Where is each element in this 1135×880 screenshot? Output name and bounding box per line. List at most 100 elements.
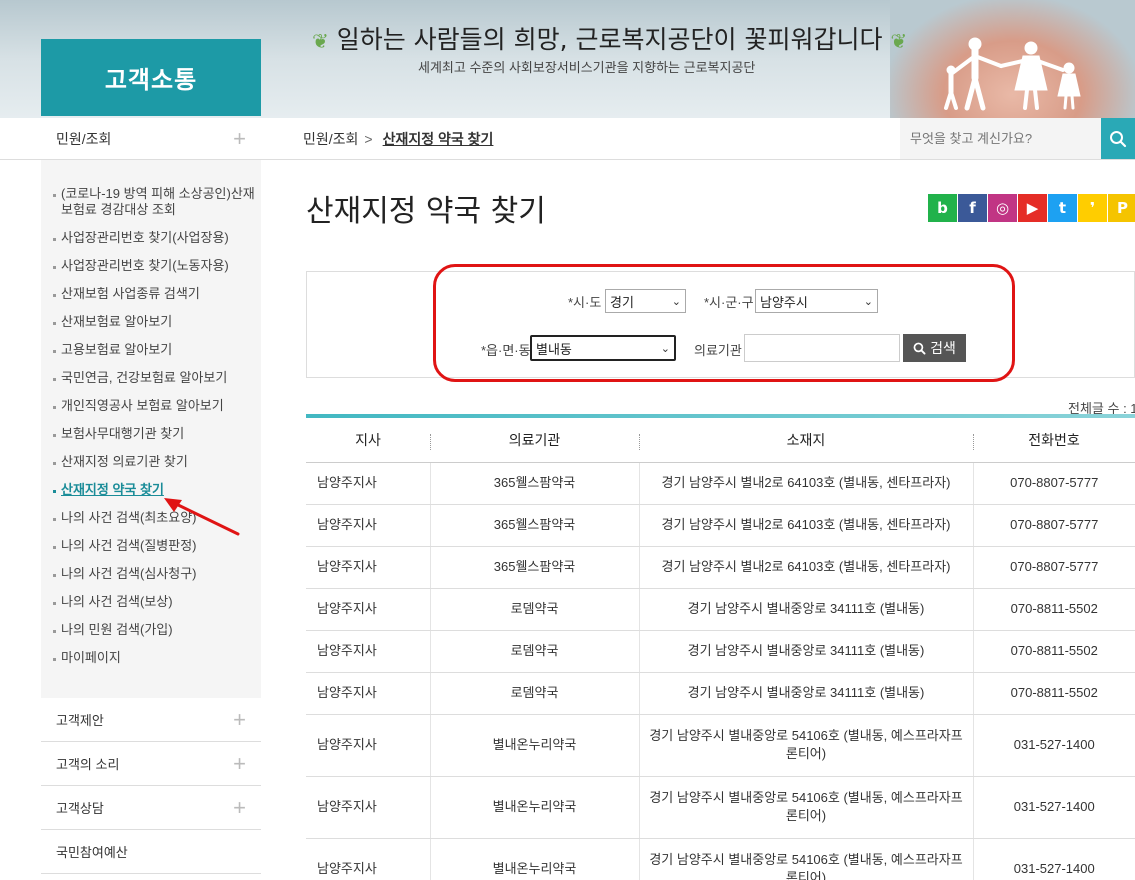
- cell-institution: 별내온누리약국: [430, 838, 640, 880]
- breadcrumb-parent[interactable]: 민원/조회: [303, 131, 358, 147]
- cell-phone: 031-527-1400: [973, 776, 1135, 839]
- cell-branch: 남양주지사: [306, 630, 431, 673]
- sidebar-submenu: (코로나-19 방역 피해 소상공인)산재보험료 경감대상 조회사업장관리번호 …: [41, 160, 261, 698]
- sidebar-item[interactable]: 나의 민원 검색(가입): [53, 622, 261, 638]
- sidebar-item[interactable]: 개인직영공사 보험료 알아보기: [53, 398, 261, 414]
- cell-phone: 070-8807-5777: [973, 462, 1135, 505]
- sidebar-section[interactable]: 고객제안 +: [41, 698, 261, 742]
- table-row[interactable]: 남양주지사 365웰스팜약국 경기 남양주시 별내2로 64103호 (별내동, 센…: [306, 462, 1135, 505]
- sidebar-item[interactable]: (코로나-19 방역 피해 소상공인)산재보험료 경감대상 조회: [53, 186, 261, 218]
- cell-address: 경기 남양주시 별내중앙로 34111호 (별내동): [639, 630, 974, 673]
- cell-branch: 남양주지사: [306, 504, 431, 547]
- sidebar-item[interactable]: 보험사무대행기관 찾기: [53, 426, 261, 442]
- table-row[interactable]: 남양주지사 365웰스팜약국 경기 남양주시 별내2로 64103호 (별내동, 센…: [306, 504, 1135, 547]
- sidebar-item[interactable]: 산재보험 사업종류 검색기: [53, 286, 261, 302]
- cell-branch: 남양주지사: [306, 838, 431, 880]
- table-row[interactable]: 남양주지사 로뎀약국 경기 남양주시 별내중앙로 34111호 (별내동) 070-8…: [306, 630, 1135, 673]
- sido-select[interactable]: 경기 ⌄: [605, 289, 686, 313]
- eup-label: *읍·면·동: [481, 343, 531, 358]
- column-header-institution: 의료기관: [430, 418, 639, 463]
- breadcrumb: 민원/조회 > 산재지정 약국 찾기: [303, 129, 493, 149]
- sigungu-select-value: 남양주시: [760, 294, 808, 310]
- sidebar-item[interactable]: 마이페이지: [53, 650, 261, 666]
- banner-headline: ❦ 일하는 사람들의 희망, 근로복지공단이 꽃피워갑니다 ❦: [312, 20, 907, 56]
- cell-address: 경기 남양주시 별내중앙로 34111호 (별내동): [639, 672, 974, 715]
- column-header-address: 소재지: [639, 418, 973, 463]
- sidebar-item[interactable]: 산재보험료 알아보기: [53, 314, 261, 330]
- facebook-icon[interactable]: f: [958, 194, 987, 222]
- column-header-branch: 지사: [306, 418, 430, 463]
- cell-branch: 남양주지사: [306, 588, 431, 631]
- sidebar-section-label: 고객의 소리: [56, 757, 120, 772]
- table-row[interactable]: 남양주지사 로뎀약국 경기 남양주시 별내중앙로 34111호 (별내동) 070-8…: [306, 588, 1135, 631]
- results-table: 지사 의료기관 소재지 전화번호 남양주지사 365웰스팜약국 경기 남양주시 별내…: [306, 418, 1135, 880]
- sidebar-item[interactable]: 나의 사건 검색(보상): [53, 594, 261, 610]
- cell-phone: 070-8811-5502: [973, 672, 1135, 715]
- sigungu-select[interactable]: 남양주시 ⌄: [755, 289, 878, 313]
- sido-label: *시·도: [568, 295, 602, 310]
- table-row[interactable]: 남양주지사 별내온누리약국 경기 남양주시 별내중앙로 54106호 (별내동, 예…: [306, 714, 1135, 777]
- cell-address: 경기 남양주시 별내중앙로 54106호 (별내동, 예스프라자프론티어): [639, 776, 974, 839]
- instagram-icon[interactable]: ◎: [988, 194, 1017, 222]
- sidebar-section[interactable]: 고객의 소리 +: [41, 742, 261, 786]
- sido-select-value: 경기: [610, 294, 634, 310]
- cell-phone: 070-8807-5777: [973, 546, 1135, 589]
- search-icon: [1110, 130, 1127, 147]
- sidebar-section[interactable]: 국민참여예산: [41, 830, 261, 874]
- sidebar-item[interactable]: 나의 사건 검색(질병판정): [53, 538, 261, 554]
- table-row[interactable]: 남양주지사 365웰스팜약국 경기 남양주시 별내2로 64103호 (별내동, 센…: [306, 546, 1135, 589]
- kakaopay-icon[interactable]: P: [1108, 194, 1135, 222]
- search-button[interactable]: 검색: [903, 334, 966, 362]
- sidebar-item[interactable]: 고용보험료 알아보기: [53, 342, 261, 358]
- breadcrumb-separator: >: [364, 131, 373, 147]
- cell-address: 경기 남양주시 별내중앙로 54106호 (별내동, 예스프라자프론티어): [639, 714, 974, 777]
- search-button-label: 검색: [930, 340, 956, 356]
- cell-phone: 070-8807-5777: [973, 504, 1135, 547]
- cell-institution: 별내온누리약국: [430, 714, 640, 777]
- youtube-icon[interactable]: ▶: [1018, 194, 1047, 222]
- breadcrumb-current[interactable]: 산재지정 약국 찾기: [383, 131, 494, 147]
- cell-institution: 별내온누리약국: [430, 776, 640, 839]
- sidebar-item[interactable]: 사업장관리번호 찾기(노동자용): [53, 258, 261, 274]
- plus-icon: +: [233, 125, 246, 151]
- cell-phone: 070-8811-5502: [973, 630, 1135, 673]
- sidebar-item[interactable]: 산재지정 의료기관 찾기: [53, 454, 261, 470]
- cell-address: 경기 남양주시 별내중앙로 34111호 (별내동): [639, 588, 974, 631]
- sidebar-title: 고객소통: [41, 39, 261, 116]
- cell-institution: 로뎀약국: [430, 672, 640, 715]
- sidebar-section[interactable]: 고객상담 +: [41, 786, 261, 830]
- red-arrow-annotation: [164, 498, 240, 536]
- search-icon: [913, 342, 926, 354]
- plus-icon: +: [233, 706, 246, 732]
- cell-institution: 365웰스팜약국: [430, 504, 640, 547]
- sidebar-section-label: 국민참여예산: [56, 845, 128, 860]
- twitter-icon[interactable]: t: [1048, 194, 1077, 222]
- sidebar-item[interactable]: 국민연금, 건강보험료 알아보기: [53, 370, 261, 386]
- sns-share-bar: b f ◎ ▶ t ❜ P: [928, 194, 1135, 222]
- table-row[interactable]: 남양주지사 별내온누리약국 경기 남양주시 별내중앙로 54106호 (별내동, 예…: [306, 776, 1135, 839]
- institution-input[interactable]: [744, 334, 900, 362]
- leaf-icon: ❦: [890, 29, 908, 53]
- banner-subline: 세계최고 수준의 사회보장서비스기관을 지향하는 근로복지공단: [418, 60, 756, 75]
- table-row[interactable]: 남양주지사 별내온누리약국 경기 남양주시 별내중앙로 54106호 (별내동, 예…: [306, 838, 1135, 880]
- family-icon: [944, 37, 1081, 111]
- cell-branch: 남양주지사: [306, 462, 431, 505]
- sidebar-section-civil[interactable]: 민원/조회 +: [41, 118, 261, 160]
- kakaostory-icon[interactable]: ❜: [1078, 194, 1107, 222]
- sidebar-section-label: 고객상담: [56, 801, 104, 816]
- sidebar-item[interactable]: 나의 사건 검색(심사청구): [53, 566, 261, 582]
- page-title: 산재지정 약국 찾기: [306, 194, 546, 229]
- plus-icon: +: [233, 794, 246, 820]
- eup-select[interactable]: 별내동 ⌄: [530, 335, 676, 361]
- site-search-input[interactable]: [900, 118, 1101, 159]
- cell-address: 경기 남양주시 별내2로 64103호 (별내동, 센타프라자): [639, 462, 974, 505]
- results-table-wrap: 지사 의료기관 소재지 전화번호 남양주지사 365웰스팜약국 경기 남양주시 별내…: [306, 414, 1135, 880]
- site-search-button[interactable]: [1101, 118, 1135, 159]
- sidebar-section-label: 민원/조회: [56, 130, 112, 147]
- cell-address: 경기 남양주시 별내중앙로 54106호 (별내동, 예스프라자프론티어): [639, 838, 974, 880]
- blog-icon[interactable]: b: [928, 194, 957, 222]
- sidebar-item[interactable]: 사업장관리번호 찾기(사업장용): [53, 230, 261, 246]
- table-row[interactable]: 남양주지사 로뎀약국 경기 남양주시 별내중앙로 34111호 (별내동) 070-8…: [306, 672, 1135, 715]
- chevron-down-icon: ⌄: [671, 295, 681, 308]
- cell-institution: 365웰스팜약국: [430, 546, 640, 589]
